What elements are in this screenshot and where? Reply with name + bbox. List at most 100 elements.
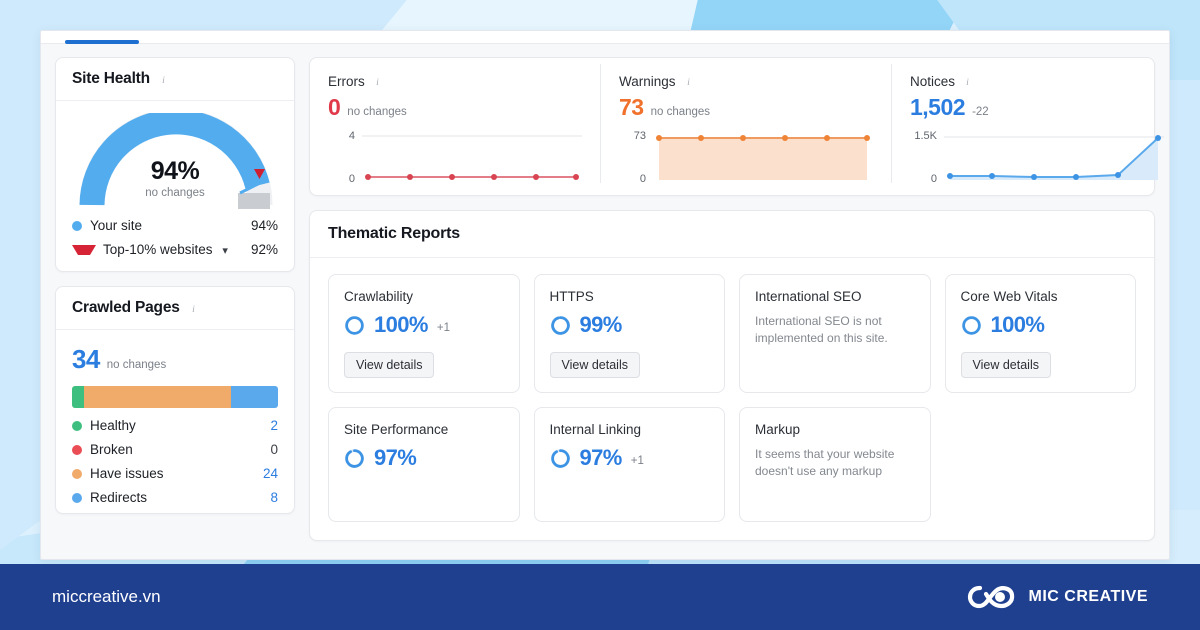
tile-title: International SEO [755,289,862,304]
warnings-axis-low: 0 [639,173,646,185]
svg-text:i: i [376,77,379,88]
crawled-row-label: Healthy [90,418,136,433]
kpi-warnings-label: Warnings [619,74,676,89]
tile-title: Internal Linking [549,422,642,437]
tile-metric: 99% [550,314,710,336]
site-health-card: Site Health i 94% no changes Your site 9… [55,57,295,272]
view-details-button[interactable]: View details [549,352,640,378]
tile-metric: 100% +1 [344,314,504,336]
kpi-notices-value: 1,502 [910,94,966,120]
svg-text:i: i [162,74,165,85]
svg-text:i: i [966,77,969,88]
bar-segment-redirects [230,386,278,408]
tile-percent: 97% [374,445,417,470]
tile-percent: 100% [374,312,428,337]
info-icon[interactable]: i [961,75,974,88]
red-dot-icon [72,444,82,455]
site-health-change: no changes [145,187,205,199]
kpi-errors-value: 0 [328,94,341,120]
legend-value: 94% [250,218,278,233]
crawled-row-value: 8 [270,490,278,505]
tile-delta: +1 [630,455,644,467]
tile-https[interactable]: HTTPS 99% View details [533,274,725,393]
progress-ring-icon [550,448,570,468]
issues-overview-card: Errors i 0 no changes 4 0 Warnings i 73 … [309,57,1164,196]
legend-label: Top-10% websites ▾ [103,242,251,257]
site-health-body: 94% no changes Your site 94% Top-10% web… [56,101,294,271]
kpi-strip: Errors i 0 no changes 4 0 Warnings i 73 … [310,58,1164,195]
notices-axis-low: 0 [930,173,937,185]
footer-url[interactable]: miccreative.vn [52,587,161,607]
tile-metric: 97% [344,447,504,469]
crawled-pages-summary: 34 no changes [72,344,278,375]
view-details-button[interactable]: View details [344,352,435,378]
site-health-gauge: 94% no changes [72,108,278,209]
tile-title: Crawlability [344,289,414,304]
app-window: Site Health i 94% no changes Your site 9… [40,30,1170,560]
errors-axis-high: 4 [348,130,355,142]
tile-metric: 100% [961,314,1121,336]
crawled-pages-body: 34 no changes Healthy 2 Broken 0 Have is… [56,330,294,513]
kpi-notices-value-row: 1,502 -22 [910,96,1164,119]
active-tab-indicator[interactable] [65,40,139,44]
warnings-axis-high: 73 [633,130,646,142]
crawled-pages-title: Crawled Pages [72,299,180,316]
tile-percent: 99% [579,312,623,337]
crawled-row-redirects: Redirects 8 [72,490,278,505]
tile-percent: 97% [579,445,623,470]
crawled-pages-total: 34 [72,344,100,374]
crawled-row-label: Have issues [90,466,164,481]
progress-ring-icon [961,315,981,335]
infinity-loop-icon [967,585,1014,609]
blue-dot-icon [72,220,82,231]
tile-title: Markup [755,422,801,437]
progress-ring-icon [550,315,570,335]
kpi-errors: Errors i 0 no changes 4 0 [310,64,600,185]
crawled-row-label: Broken [90,442,133,457]
tile-internal-linking[interactable]: Internal Linking 97% +1 [533,407,725,522]
tile-note: It seems that your website doesn't use a… [755,447,895,479]
tile-title: HTTPS [549,289,594,304]
crawled-pages-header: Crawled Pages i [56,287,294,330]
tile-site-performance[interactable]: Site Performance 97% [328,407,520,522]
kpi-notices-delta: -22 [972,106,989,118]
crawled-row-value: 2 [270,418,278,433]
tile-percent: 100% [990,312,1045,337]
tile-crawlability[interactable]: Crawlability 100% +1 View details [328,274,520,393]
warnings-axis: 73 0 [619,130,653,185]
notices-axis-high: 1.5K [914,130,937,142]
kpi-errors-header: Errors i [328,74,582,89]
crawled-pages-card: Crawled Pages i 34 no changes Healthy 2 … [55,286,295,514]
errors-sparkline: 4 0 [328,130,582,185]
chevron-down-icon[interactable]: ▾ [222,245,228,257]
tile-title: Site Performance [344,422,449,437]
info-icon[interactable]: i [371,75,384,88]
kpi-warnings-value-row: 73 no changes [619,96,873,119]
tile-markup[interactable]: Markup It seems that your website doesn'… [739,407,931,522]
site-health-score: 94% [150,157,200,185]
kpi-errors-delta: no changes [347,106,407,118]
kpi-errors-value-row: 0 no changes [328,96,582,119]
svg-text:i: i [687,77,690,88]
site-health-title: Site Health [72,70,150,87]
info-icon[interactable]: i [682,75,695,88]
kpi-warnings: Warnings i 73 no changes 73 0 [600,64,891,185]
legend-top10-text: Top-10% websites [103,242,213,257]
info-icon[interactable]: i [187,302,200,315]
errors-axis-low: 0 [348,173,355,185]
notices-axis: 1.5K 0 [910,130,944,185]
brand-name: MIC CREATIVE [1028,588,1148,605]
crawled-row-broken: Broken 0 [72,442,278,457]
info-icon[interactable]: i [157,73,170,86]
legend-top10-websites[interactable]: Top-10% websites ▾ 92% [72,242,278,257]
right-column: Errors i 0 no changes 4 0 Warnings i 73 … [309,57,1164,541]
red-triangle-icon [72,244,96,255]
tile-international-seo[interactable]: International SEO International SEO is n… [739,274,931,393]
tile-core-web-vitals[interactable]: Core Web Vitals 100% View details [944,274,1136,393]
kpi-warnings-header: Warnings i [619,74,873,89]
view-details-button[interactable]: View details [960,352,1051,378]
legend-your-site: Your site 94% [72,218,278,233]
kpi-notices-label: Notices [910,74,956,89]
crawled-row-label: Redirects [90,490,148,505]
brand-lockup: MIC CREATIVE [967,582,1148,612]
